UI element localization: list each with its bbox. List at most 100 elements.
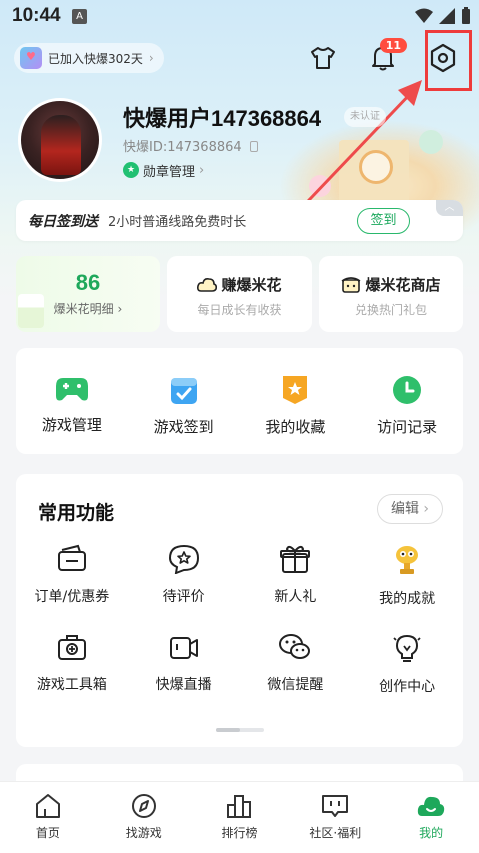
- community-icon: [322, 795, 349, 817]
- live-stream-button[interactable]: 快爆直播: [128, 632, 240, 696]
- shop-icon: [342, 276, 361, 293]
- notification-badge: 11: [379, 38, 407, 53]
- gamepad-icon: [55, 378, 88, 401]
- battery-icon: [462, 7, 470, 24]
- username[interactable]: 快爆用户147368864: [123, 101, 321, 133]
- chevron-right-icon: ›: [117, 302, 123, 316]
- nav-community[interactable]: 社区·福利: [287, 782, 383, 853]
- shop-subtitle: 兑换热门礼包: [354, 303, 427, 317]
- wechat-reminder-label: 微信提醒: [267, 677, 324, 693]
- game-entries-card: 游戏管理 游戏签到 我的收藏 访问记录: [16, 348, 463, 454]
- shop-title: 爆米花商店: [365, 276, 441, 294]
- orders-coupons-button[interactable]: 订单/优惠券: [16, 544, 128, 608]
- nav-ranking[interactable]: 排行榜: [192, 782, 288, 853]
- popcorn-cloud-icon: [197, 277, 218, 292]
- game-toolbox-label: 游戏工具箱: [36, 677, 107, 693]
- bottom-nav: 首页 找游戏 排行榜 社区·福利 我的: [0, 781, 479, 853]
- medal-manage-link[interactable]: ★ 勋章管理 ›: [123, 160, 204, 180]
- popcorn-detail-card[interactable]: 86 爆米花明细 ›: [16, 256, 160, 332]
- toolbox-icon: [57, 635, 86, 660]
- notification-app-icon: A: [72, 9, 87, 24]
- nav-home-label: 首页: [35, 826, 60, 840]
- clock-icon: [393, 376, 422, 404]
- wechat-reminder-button[interactable]: 微信提醒: [240, 632, 352, 696]
- nav-mine-label: 我的: [419, 826, 444, 840]
- common-functions-title: 常用功能: [38, 502, 115, 524]
- chevron-right-icon: ›: [423, 501, 430, 517]
- nav-find-games-label: 找游戏: [125, 826, 162, 840]
- nav-mine[interactable]: 我的: [383, 782, 479, 853]
- game-signin-button[interactable]: 游戏签到: [128, 348, 240, 454]
- gift-icon: [280, 545, 311, 573]
- daily-signin-bar: 每日签到送 2小时普通线路免费时长 签到 ︿: [16, 200, 463, 241]
- live-stream-label: 快爆直播: [155, 677, 212, 693]
- popcorn-shop-card[interactable]: 爆米花商店 兑换热门礼包: [319, 256, 463, 332]
- status-bar: 10:44 A: [0, 0, 479, 34]
- nav-ranking-label: 排行榜: [221, 826, 258, 840]
- user-id: 快爆ID:147368864: [123, 136, 258, 155]
- review-star-icon: [168, 544, 199, 574]
- game-manage-button[interactable]: 游戏管理: [16, 348, 128, 454]
- calendar-check-icon: [170, 378, 197, 404]
- medal-icon: ★: [123, 162, 139, 178]
- pending-review-button[interactable]: 待评价: [128, 544, 240, 608]
- status-time: 10:44: [12, 5, 61, 26]
- pending-review-label: 待评价: [162, 589, 205, 605]
- user-id-text: 快爆ID:147368864: [123, 140, 242, 155]
- star-ribbon-icon: [283, 376, 308, 404]
- creator-center-label: 创作中心: [379, 679, 436, 695]
- popcorn-icon: [18, 294, 44, 328]
- common-functions-card: 常用功能 编辑 › 订单/优惠券 待评价 新人礼 我的成就 游戏工具箱 快爆直播: [16, 474, 463, 747]
- copy-icon[interactable]: [249, 141, 258, 152]
- avatar-figure: [41, 115, 81, 175]
- heart-calendar-icon: [20, 47, 42, 69]
- wallet-icon: [57, 544, 86, 571]
- verify-tag[interactable]: 未认证: [344, 107, 386, 127]
- edit-label: 编辑: [390, 501, 419, 517]
- avatar[interactable]: [18, 98, 102, 182]
- camera-icon: [169, 637, 198, 659]
- ranking-icon: [227, 795, 252, 818]
- nav-home[interactable]: 首页: [0, 782, 96, 853]
- creator-center-button[interactable]: 创作中心: [351, 632, 463, 696]
- history-button[interactable]: 访问记录: [351, 348, 463, 454]
- game-signin-label: 游戏签到: [153, 418, 214, 436]
- newbie-gift-label: 新人礼: [274, 589, 317, 605]
- orders-coupons-label: 订单/优惠券: [34, 589, 110, 605]
- popcorn-detail-label: 爆米花明细: [53, 302, 114, 316]
- game-toolbox-button[interactable]: 游戏工具箱: [16, 632, 128, 696]
- wechat-icon: [279, 634, 311, 659]
- signal-icon: [439, 8, 455, 24]
- signin-description: 2小时普通线路免费时长: [108, 215, 247, 230]
- earn-title: 赚爆米花: [221, 276, 282, 294]
- chevron-right-icon: ›: [199, 162, 205, 178]
- favorites-label: 我的收藏: [265, 418, 326, 436]
- edit-button[interactable]: 编辑 ›: [377, 494, 443, 524]
- earn-subtitle: 每日成长有收获: [197, 303, 282, 317]
- achievements-button[interactable]: 我的成就: [351, 544, 463, 608]
- game-manage-label: 游戏管理: [41, 416, 102, 434]
- profile-icon: [417, 796, 445, 816]
- nav-find-games[interactable]: 找游戏: [96, 782, 192, 853]
- page-indicator: [216, 728, 264, 732]
- signin-title: 每日签到送: [28, 213, 98, 230]
- signin-button[interactable]: 签到: [357, 208, 410, 234]
- trophy-icon: [396, 546, 419, 574]
- medal-label: 勋章管理: [143, 164, 196, 180]
- join-days-text: 已加入快爆302天: [48, 51, 143, 66]
- chevron-right-icon: ›: [148, 51, 154, 65]
- collapse-icon[interactable]: ︿: [436, 200, 463, 216]
- join-days-pill[interactable]: 已加入快爆302天 ›: [14, 43, 164, 73]
- history-label: 访问记录: [377, 418, 438, 436]
- popcorn-count: 86: [75, 270, 101, 295]
- wifi-icon: [415, 8, 433, 23]
- newbie-gift-button[interactable]: 新人礼: [240, 544, 352, 608]
- settings-highlight-box: [425, 30, 472, 91]
- achievements-label: 我的成就: [379, 591, 436, 607]
- favorites-button[interactable]: 我的收藏: [240, 348, 352, 454]
- home-icon: [35, 794, 60, 818]
- earn-popcorn-card[interactable]: 赚爆米花 每日成长有收获: [167, 256, 312, 332]
- lightbulb-icon: [393, 634, 421, 662]
- nav-community-label: 社区·福利: [309, 826, 362, 840]
- tshirt-icon: [311, 47, 335, 69]
